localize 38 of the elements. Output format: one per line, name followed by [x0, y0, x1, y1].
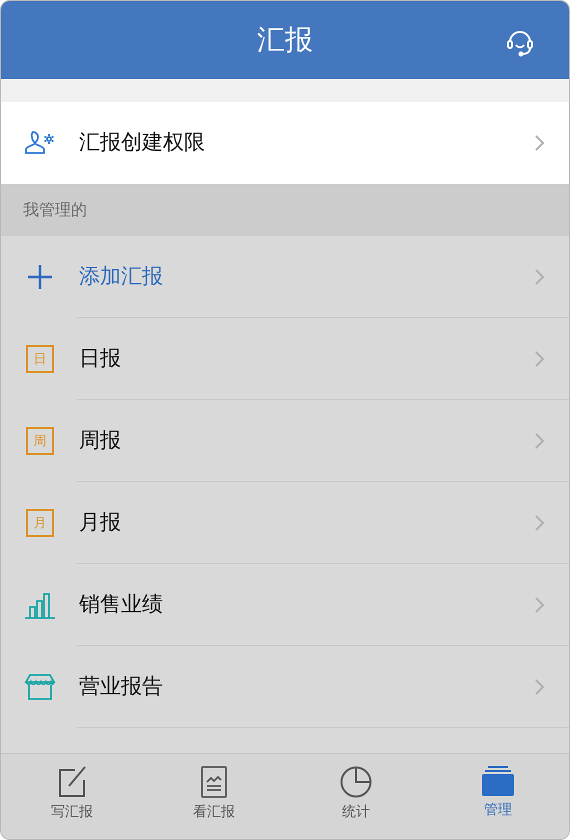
tab[interactable]: 写汇报	[1, 754, 143, 839]
header-title: 汇报	[257, 22, 313, 58]
folder-stack-icon	[482, 766, 514, 796]
store-icon	[24, 673, 56, 701]
plus-icon	[26, 263, 54, 291]
list-item[interactable]: 日 日报	[1, 318, 569, 400]
item-label: 周报	[79, 427, 121, 454]
section-title: 我管理的	[23, 199, 87, 221]
chevron-icon	[534, 514, 545, 532]
permission-row[interactable]: 汇报创建权限	[1, 102, 569, 184]
chevron-icon	[534, 678, 545, 696]
chevron-icon	[534, 432, 545, 450]
tab[interactable]: 看汇报	[143, 754, 285, 839]
pie-chart-icon	[340, 766, 372, 798]
tab[interactable]: 统计	[285, 754, 427, 839]
person-gear-icon	[24, 129, 56, 157]
item-label: 日报	[79, 345, 121, 372]
list-item[interactable]: 周 周报	[1, 400, 569, 482]
list-item[interactable]: 添加汇报	[1, 236, 569, 318]
document-icon	[201, 766, 227, 798]
tab[interactable]: 管理	[427, 754, 569, 839]
list-item[interactable]: 月 月报	[1, 482, 569, 564]
list-item[interactable]: 营业报告	[1, 646, 569, 728]
list-item[interactable]: 销售业绩	[1, 564, 569, 646]
chevron-icon	[534, 350, 545, 368]
item-label: 销售业绩	[79, 591, 163, 618]
bar-chart-icon	[24, 591, 56, 619]
chevron-icon	[534, 134, 545, 152]
chevron-icon	[534, 268, 545, 286]
item-label: 营业报告	[79, 673, 163, 700]
permission-label: 汇报创建权限	[79, 129, 205, 156]
edit-icon	[57, 766, 87, 798]
calendar-icon: 日	[26, 345, 54, 373]
chevron-icon	[534, 596, 545, 614]
item-label: 月报	[79, 509, 121, 536]
calendar-icon: 周	[26, 427, 54, 455]
calendar-icon: 月	[26, 509, 54, 537]
item-label: 添加汇报	[79, 263, 163, 290]
